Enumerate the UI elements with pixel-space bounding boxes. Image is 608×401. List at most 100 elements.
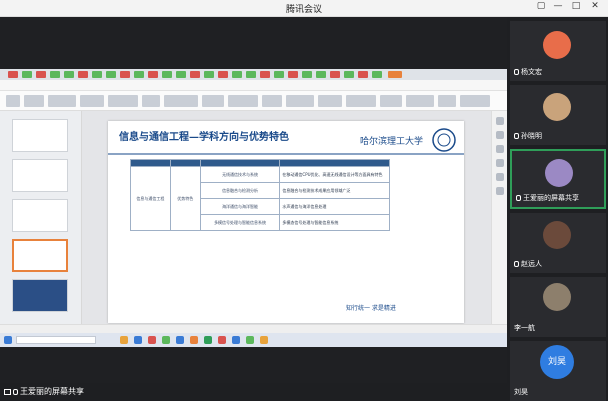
tab-icon[interactable]	[106, 71, 116, 78]
tab-icon[interactable]	[260, 71, 270, 78]
slide-title: 信息与通信工程—学科方向与优势特色	[119, 132, 289, 143]
tab-icon[interactable]	[330, 71, 340, 78]
app-toolbar	[0, 80, 507, 91]
tab-icon[interactable]	[344, 71, 354, 78]
close-button[interactable]: ✕	[588, 1, 602, 11]
slide-thumbnail[interactable]	[12, 199, 68, 232]
tab-icon[interactable]	[190, 71, 200, 78]
taskbar-app-icon[interactable]	[204, 336, 212, 344]
participant-name: 孙晓明	[521, 132, 542, 140]
participant-tile[interactable]: 李一航	[510, 277, 606, 337]
tab-icon[interactable]	[246, 71, 256, 78]
taskbar-app-icon[interactable]	[148, 336, 156, 344]
tab-icon[interactable]	[288, 71, 298, 78]
table-cell: 无线通信技术与系统	[199, 166, 281, 183]
mic-icon	[514, 69, 519, 75]
slide-thumbnail[interactable]	[12, 159, 68, 192]
slide-thumbnail-selected[interactable]	[12, 239, 68, 272]
table-header	[130, 159, 171, 167]
tab-icon[interactable]	[176, 71, 186, 78]
tool-icon[interactable]	[496, 159, 504, 167]
tab-icon[interactable]	[372, 71, 382, 78]
taskbar-app-icon[interactable]	[246, 336, 254, 344]
taskbar-app-icon[interactable]	[232, 336, 240, 344]
tab-icon[interactable]	[358, 71, 368, 78]
taskbar-search-input[interactable]	[16, 336, 96, 344]
taskbar-app-icon[interactable]	[218, 336, 226, 344]
taskbar-app-icon[interactable]	[190, 336, 198, 344]
ribbon-button[interactable]	[438, 95, 456, 107]
ribbon-button[interactable]	[346, 95, 376, 107]
tab-icon[interactable]	[22, 71, 32, 78]
table-cell: 信息融合与检测分析	[199, 182, 281, 199]
ribbon-button[interactable]	[80, 95, 104, 107]
table-header	[199, 159, 281, 167]
participant-tile[interactable]: 刘昊 刘昊	[510, 341, 606, 401]
tab-icon[interactable]	[232, 71, 242, 78]
tab-icon[interactable]	[274, 71, 284, 78]
ribbon-button[interactable]	[460, 95, 490, 107]
tab-icon[interactable]	[92, 71, 102, 78]
ribbon-button[interactable]	[228, 95, 258, 107]
slide-editor: 信息与通信工程—学科方向与优势特色 哈尔滨理工大学 信息与通信工程 优势特色 无…	[82, 111, 491, 324]
taskbar-app-icon[interactable]	[162, 336, 170, 344]
active-tab[interactable]	[388, 71, 402, 78]
tab-icon[interactable]	[120, 71, 130, 78]
table-header	[279, 159, 390, 167]
participant-tile-active[interactable]: 王爱丽的屏幕共享	[510, 149, 606, 209]
tool-icon[interactable]	[496, 187, 504, 195]
tab-icon[interactable]	[316, 71, 326, 78]
participant-tile[interactable]: 孙晓明	[510, 85, 606, 145]
ribbon-button[interactable]	[262, 95, 282, 107]
start-icon[interactable]	[4, 336, 12, 344]
tab-icon[interactable]	[64, 71, 74, 78]
taskbar-app-icon[interactable]	[176, 336, 184, 344]
avatar-initials: 刘昊	[540, 345, 574, 379]
tab-icon[interactable]	[50, 71, 60, 78]
slide-thumbnail-panel	[0, 111, 82, 324]
taskbar-app-icon[interactable]	[120, 336, 128, 344]
tab-icon[interactable]	[134, 71, 144, 78]
table-cell: 水声通信与海洋信息处理	[279, 198, 390, 215]
participant-sidebar: 杨文宏 孙晓明 王爱丽的屏幕共享 赵远人 李一航 刘昊 刘昊	[507, 17, 608, 401]
ribbon-button[interactable]	[380, 95, 402, 107]
avatar	[543, 31, 571, 59]
slide-thumbnail[interactable]	[12, 279, 68, 312]
ribbon-button[interactable]	[108, 95, 138, 107]
ribbon-button[interactable]	[318, 95, 342, 107]
ribbon-button[interactable]	[406, 95, 434, 107]
maximize-button[interactable]: □	[569, 1, 583, 11]
screen-share-label: 王爱丽的屏幕共享	[20, 387, 84, 396]
tab-icon[interactable]	[148, 71, 158, 78]
participant-tile[interactable]: 赵远人	[510, 213, 606, 273]
taskbar-app-icon[interactable]	[260, 336, 268, 344]
participant-name: 王爱丽的屏幕共享	[523, 194, 579, 202]
slide-thumbnail[interactable]	[12, 119, 68, 152]
taskbar-app-icon[interactable]	[134, 336, 142, 344]
tab-icon[interactable]	[204, 71, 214, 78]
tool-icon[interactable]	[496, 173, 504, 181]
tool-icon[interactable]	[496, 117, 504, 125]
participant-tile[interactable]: 杨文宏	[510, 21, 606, 81]
ribbon-button[interactable]	[6, 95, 20, 107]
ribbon-button[interactable]	[142, 95, 160, 107]
minimize-button[interactable]: —	[551, 1, 565, 11]
tool-icon[interactable]	[496, 131, 504, 139]
tab-icon[interactable]	[36, 71, 46, 78]
mic-icon	[13, 388, 18, 395]
bottom-bar: 王爱丽的屏幕共享	[0, 383, 507, 400]
ribbon-button[interactable]	[286, 95, 314, 107]
participant-name: 杨文宏	[521, 68, 542, 76]
slide-motto: 知行统一 求是精进	[346, 305, 396, 312]
tab-icon[interactable]	[8, 71, 18, 78]
tab-icon[interactable]	[162, 71, 172, 78]
tab-icon[interactable]	[218, 71, 228, 78]
ribbon-button[interactable]	[164, 95, 198, 107]
tool-icon[interactable]	[496, 145, 504, 153]
ribbon-button[interactable]	[24, 95, 44, 107]
ribbon-button[interactable]	[48, 95, 76, 107]
pin-icon[interactable]: ▢	[534, 1, 548, 11]
ribbon-button[interactable]	[202, 95, 224, 107]
tab-icon[interactable]	[78, 71, 88, 78]
tab-icon[interactable]	[302, 71, 312, 78]
